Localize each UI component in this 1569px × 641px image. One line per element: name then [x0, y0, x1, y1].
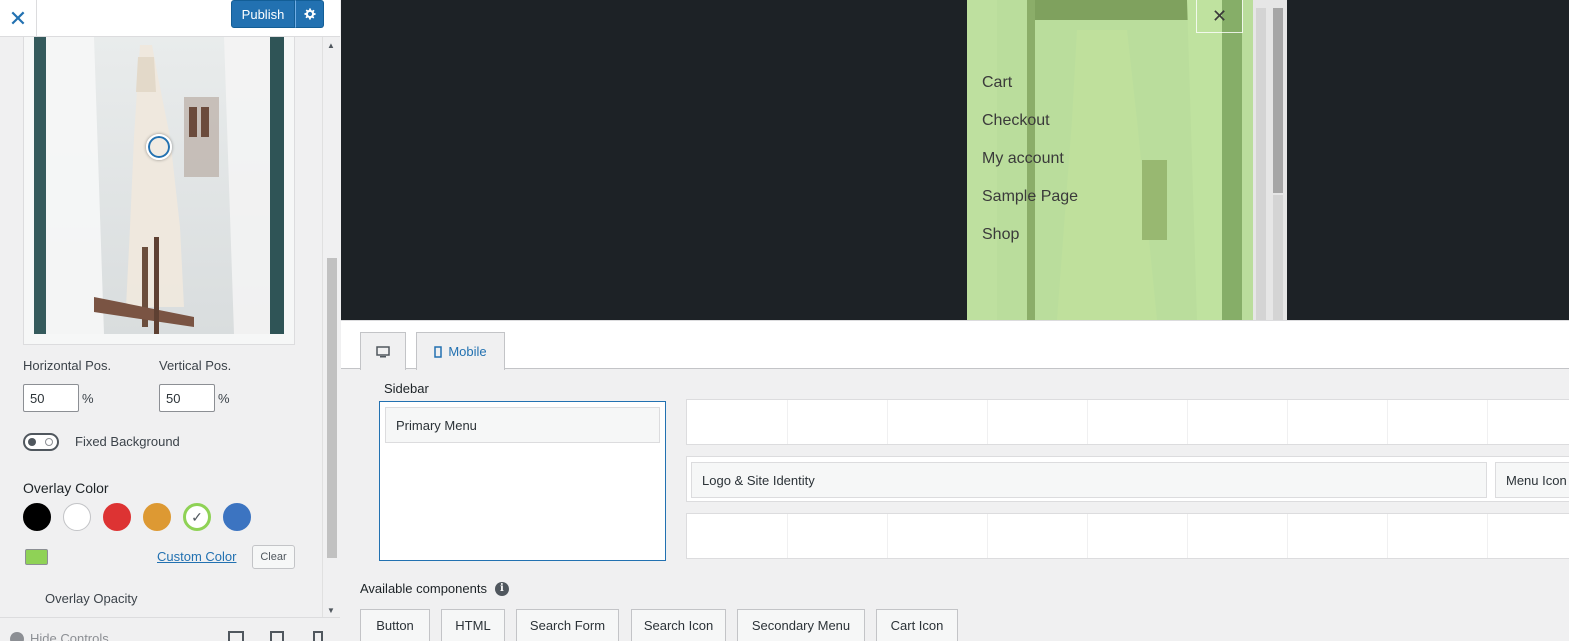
horizontal-pos-input[interactable]: [23, 384, 79, 412]
grid-line: [1087, 514, 1088, 558]
tab-desktop[interactable]: [360, 332, 406, 370]
grid-line: [1387, 514, 1388, 558]
grid-line: [987, 400, 988, 444]
publish-settings-button[interactable]: [295, 0, 324, 28]
menu-link-sample-page[interactable]: Sample Page: [982, 188, 1078, 206]
grid-line: [1487, 400, 1488, 444]
tab-mobile-label: Mobile: [448, 344, 487, 359]
grid-line: [1387, 400, 1388, 444]
preview-scrollbar[interactable]: [1253, 0, 1287, 320]
swatch-white[interactable]: [63, 503, 91, 531]
scrollbar-thumb[interactable]: [327, 258, 337, 558]
overlay-color-label: Overlay Color: [23, 480, 109, 496]
site-preview: ✕ Cart Checkout My account Sample Page S…: [341, 0, 1569, 320]
scroll-track: [1256, 8, 1266, 320]
available-components-heading: Available components i: [360, 581, 509, 596]
grid-line: [1287, 400, 1288, 444]
top-row-dropzone[interactable]: [686, 399, 1569, 445]
sidebar-label: Sidebar: [384, 381, 429, 396]
sidebar-dropzone[interactable]: Primary Menu: [379, 401, 666, 561]
panel-scrollbar[interactable]: ▲ ▼: [322, 37, 340, 617]
primary-menu-item[interactable]: Primary Menu: [385, 407, 660, 443]
bottom-row-dropzone[interactable]: [686, 513, 1569, 559]
grid-line: [1487, 514, 1488, 558]
component-search-form[interactable]: Search Form: [516, 609, 619, 641]
checkmark-icon: ✓: [191, 509, 203, 525]
mobile-preview-icon[interactable]: [313, 631, 323, 641]
close-icon: ✕: [1211, 5, 1228, 26]
grid-line: [787, 514, 788, 558]
grid-line: [1287, 514, 1288, 558]
current-color-swatch[interactable]: [25, 549, 48, 565]
panel-footer: Hide Controls: [0, 617, 340, 641]
scroll-up-icon[interactable]: ▲: [327, 41, 335, 50]
close-customizer-button[interactable]: ✕: [0, 0, 37, 37]
customizer-panel: ✕ Publish Horizontal Pos. Vertical Pos. …: [0, 0, 340, 641]
scroll-thumb[interactable]: [1273, 8, 1283, 193]
vertical-unit: %: [218, 391, 230, 406]
menu-icon-item[interactable]: Menu Icon: [1495, 462, 1569, 498]
grid-line: [1087, 400, 1088, 444]
grid-line: [987, 514, 988, 558]
scroll-down-icon[interactable]: ▼: [327, 606, 335, 615]
swatch-black[interactable]: [23, 503, 51, 531]
hide-controls-label: Hide Controls: [30, 631, 109, 641]
grid-line: [787, 400, 788, 444]
desktop-preview-icon[interactable]: [228, 631, 244, 641]
grid-line: [1187, 400, 1188, 444]
hide-controls-button[interactable]: Hide Controls: [10, 631, 109, 641]
panel-content: Horizontal Pos. Vertical Pos. % % Fixed …: [0, 37, 322, 617]
grid-line: [887, 514, 888, 558]
menu-link-shop[interactable]: Shop: [982, 226, 1019, 244]
fixed-background-label: Fixed Background: [75, 434, 180, 449]
component-cart-icon[interactable]: Cart Icon: [876, 609, 958, 641]
component-button[interactable]: Button: [360, 609, 430, 641]
menu-link-cart[interactable]: Cart: [982, 74, 1012, 92]
custom-color-link[interactable]: Custom Color: [157, 549, 236, 564]
grid-line: [1187, 514, 1188, 558]
device-tab-bar: Mobile: [341, 321, 1569, 370]
vertical-pos-input[interactable]: [159, 384, 215, 412]
desktop-icon: [376, 345, 390, 357]
horizontal-pos-label: Horizontal Pos.: [23, 358, 112, 373]
toggle-knob: [28, 438, 36, 446]
mobile-menu-drawer: ✕ Cart Checkout My account Sample Page S…: [967, 0, 1253, 320]
fixed-background-toggle[interactable]: [23, 433, 59, 451]
header-builder: Mobile Sidebar Primary Menu Logo & Site …: [341, 320, 1569, 641]
clear-color-button[interactable]: Clear: [252, 545, 295, 569]
mobile-icon: [434, 345, 443, 358]
collapse-icon: [10, 631, 24, 641]
swatch-green-selected[interactable]: ✓: [183, 503, 211, 531]
menu-link-my-account[interactable]: My account: [982, 150, 1064, 168]
swatch-blue[interactable]: [223, 503, 251, 531]
component-secondary-menu[interactable]: Secondary Menu: [737, 609, 865, 641]
overlay-opacity-label: Overlay Opacity: [45, 591, 138, 606]
logo-site-identity-item[interactable]: Logo & Site Identity: [691, 462, 1487, 498]
toggle-off-indicator: [45, 438, 53, 446]
panel-header: ✕ Publish: [0, 0, 340, 37]
swatch-orange[interactable]: [143, 503, 171, 531]
swatch-red[interactable]: [103, 503, 131, 531]
tab-mobile[interactable]: Mobile: [416, 332, 505, 370]
close-menu-button[interactable]: ✕: [1196, 0, 1243, 33]
background-image-preview[interactable]: [34, 37, 284, 334]
scroll-track-lower: [1273, 195, 1283, 320]
focal-point-handle[interactable]: [146, 134, 172, 160]
gear-icon: [303, 8, 316, 20]
tablet-preview-icon[interactable]: [270, 631, 284, 641]
vertical-pos-label: Vertical Pos.: [159, 358, 232, 373]
component-search-icon[interactable]: Search Icon: [631, 609, 726, 641]
publish-button[interactable]: Publish: [231, 0, 295, 28]
main-row-dropzone[interactable]: Logo & Site Identity Menu Icon: [686, 456, 1569, 502]
horizontal-unit: %: [82, 391, 94, 406]
info-icon[interactable]: i: [494, 581, 509, 596]
component-html[interactable]: HTML: [441, 609, 505, 641]
close-icon: ✕: [8, 5, 28, 31]
grid-line: [887, 400, 888, 444]
menu-link-checkout[interactable]: Checkout: [982, 112, 1050, 130]
available-components-label: Available components: [360, 581, 487, 596]
